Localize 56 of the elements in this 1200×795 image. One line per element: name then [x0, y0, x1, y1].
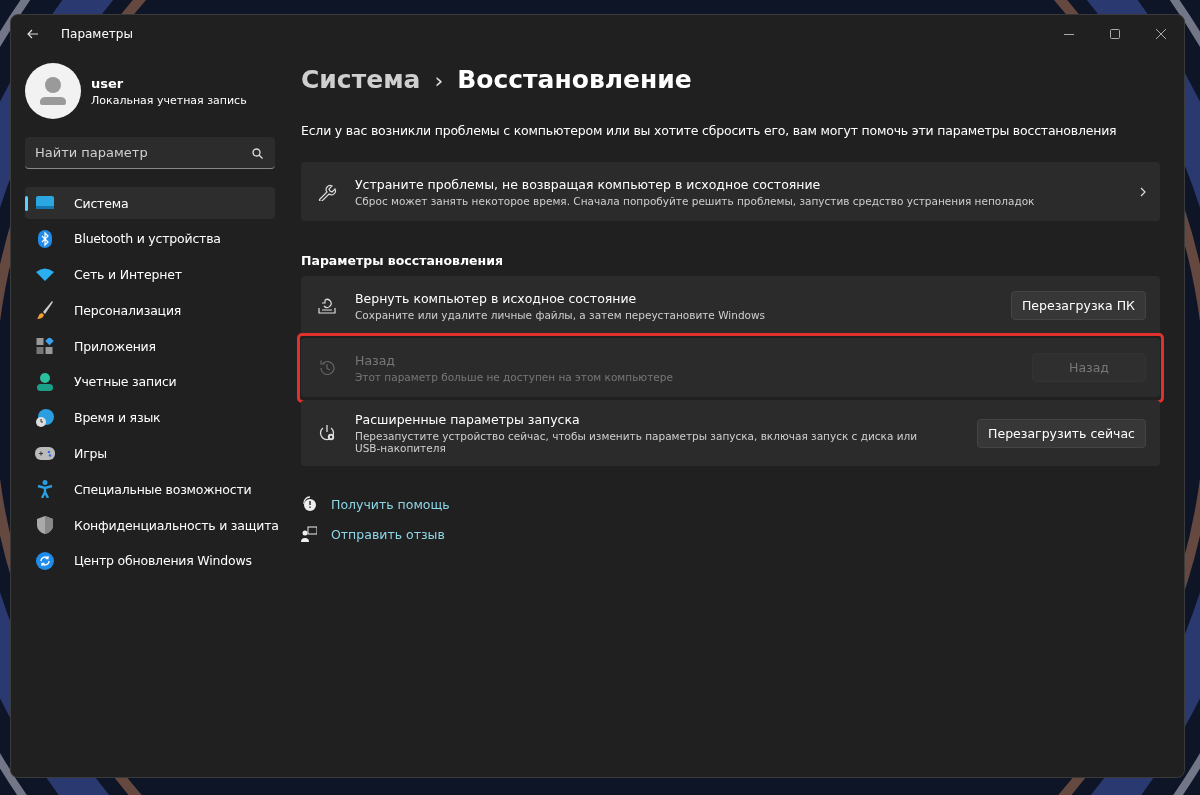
- back-arrow-icon[interactable]: [27, 29, 39, 39]
- sync-icon: [35, 551, 55, 570]
- bluetooth-icon: [35, 229, 55, 248]
- accessibility-icon: [35, 480, 55, 499]
- account-type: Локальная учетная запись: [91, 93, 247, 107]
- search-icon: [252, 148, 263, 159]
- section-title: Параметры восстановления: [301, 253, 504, 268]
- nav-item[interactable]: Игры: [25, 437, 275, 470]
- nav-item[interactable]: Специальные возможности: [25, 473, 275, 506]
- person-icon: [35, 373, 55, 391]
- breadcrumb-separator: ›: [434, 68, 444, 93]
- page-description: Если у вас возникли проблемы с компьютером или вы хотите сбросить его, вам могут помочь эти параметры восстановления: [301, 123, 1118, 138]
- help-link[interactable]: Отправить отзыв: [331, 526, 445, 542]
- option-title: Устраните проблемы, не возвращая компьютер в исходное состояние: [355, 176, 822, 192]
- brush-icon: [35, 301, 55, 320]
- nav-item[interactable]: Приложения: [25, 330, 275, 363]
- apps-icon: [35, 337, 55, 355]
- monitor-icon: [35, 196, 55, 210]
- nav-item[interactable]: Персонализация: [25, 294, 275, 327]
- option-description: Перезапустите устройство сейчас, чтобы изменить параметры запуска, включая запуск с диска или USB-накопителя: [355, 430, 919, 454]
- reset-pc-icon: [317, 297, 337, 314]
- feedback-icon: [301, 526, 317, 542]
- window-title: Параметры: [61, 27, 133, 41]
- minimize-icon[interactable]: [1064, 33, 1074, 35]
- nav-item[interactable]: Bluetooth и устройства: [25, 222, 275, 255]
- avatar-icon: [25, 63, 81, 119]
- shield-icon: [35, 516, 55, 535]
- maximize-icon[interactable]: [1110, 29, 1120, 39]
- wrench-icon: [317, 182, 337, 201]
- breadcrumb-link[interactable]: Система: [301, 65, 421, 94]
- nav-item[interactable]: Центр обновления Windows: [25, 544, 275, 577]
- troubleshoot-card[interactable]: Устраните проблемы, не возвращая компьютер в исходное состояние Сброс может занять некоторое время. Сначала попробуйте решить проблемы, запустив средство устранения неполадок: [301, 162, 1160, 221]
- gamepad-icon: [35, 447, 55, 461]
- chevron-right-icon: [1140, 186, 1146, 197]
- search-field[interactable]: Найти параметр: [25, 137, 275, 169]
- option-button[interactable]: Перезагрузить сейчас: [977, 418, 1146, 448]
- wifi-icon: [35, 268, 55, 282]
- globe-clock-icon: [35, 408, 55, 427]
- option-description: Сохраните или удалите личные файлы, а затем переустановите Windows: [355, 308, 767, 321]
- page-title: Восстановление: [457, 65, 692, 94]
- help-icon: [301, 496, 317, 512]
- nav-item[interactable]: Время и язык: [25, 401, 275, 434]
- option-title: Расширенные параметры запуска: [355, 412, 581, 427]
- user-name: user: [91, 75, 125, 91]
- option-description: Этот параметр больше не доступен на этом компьютере: [355, 370, 674, 383]
- history-icon: [317, 358, 337, 377]
- option-button[interactable]: Перезагрузка ПК: [1010, 291, 1146, 320]
- nav-item[interactable]: Учетные записи: [25, 366, 275, 398]
- option-title: Вернуть компьютер в исходное состояние: [355, 290, 638, 306]
- help-link[interactable]: Получить помощь: [331, 496, 450, 512]
- option-description: Сброс может занять некоторое время. Сначала попробуйте решить проблемы, запустив средство устранения неполадок: [355, 194, 1036, 207]
- close-icon[interactable]: [1156, 29, 1166, 39]
- power-gear-icon: [317, 424, 337, 442]
- option-title: Назад: [355, 352, 396, 368]
- nav-item[interactable]: Сеть и Интернет: [25, 258, 275, 291]
- nav-item[interactable]: Система: [25, 187, 275, 219]
